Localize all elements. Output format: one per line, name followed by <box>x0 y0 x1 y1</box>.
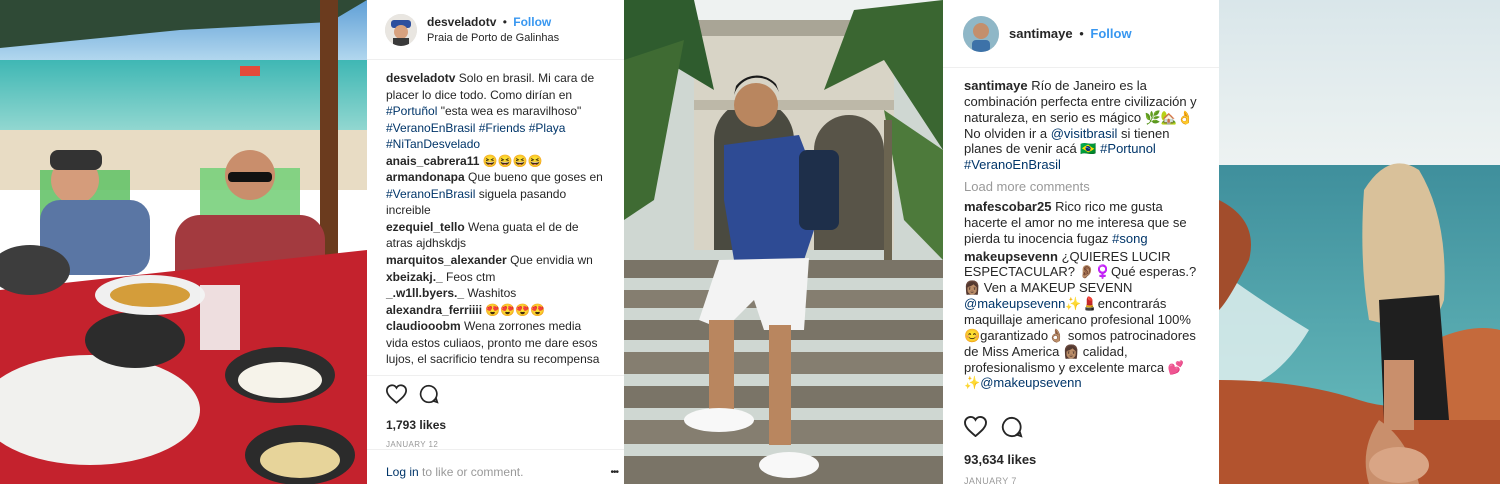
hashtag-link[interactable]: #Portuñol <box>386 104 437 118</box>
avatar-image <box>385 13 417 46</box>
username[interactable]: desveladotv <box>427 15 496 29</box>
heart-icon[interactable] <box>964 415 987 442</box>
comments-list: santimaye Río de Janeiro es la combinaci… <box>943 68 1219 408</box>
post-panel-desveladotv: desveladotv • Follow Praia de Porto de G… <box>367 0 624 484</box>
list-item: marquitos_alexander Que envidia wn <box>386 252 606 269</box>
comment-username[interactable]: alexandra_ferriiii <box>386 303 482 317</box>
list-item: anais_cabrera11 😆😆😆😆 <box>386 153 606 170</box>
username[interactable]: santimaye <box>1009 26 1073 41</box>
comment-username[interactable]: makeupsevenn <box>964 249 1058 264</box>
comment-icon[interactable] <box>419 384 439 409</box>
list-item: alexandra_ferriiii 😍😍😍😍 <box>386 302 606 319</box>
comment-username[interactable]: marquitos_alexander <box>386 253 507 267</box>
list-item: armandonapa Que bueno que goses en #Vera… <box>386 169 606 219</box>
action-icons <box>964 415 1199 443</box>
list-item: xbeizakj._ Feos ctm <box>386 269 606 286</box>
list-item: makeupsevenn ¿QUIERES LUCIR ESPECTACULAR… <box>964 249 1205 392</box>
more-options-icon[interactable]: ••• <box>610 467 618 478</box>
caption: desveladotv Solo en brasil. Mi cara de p… <box>386 70 606 153</box>
beach-photo-image <box>0 0 367 484</box>
steps-photo-image <box>624 0 943 484</box>
load-more-comments-button[interactable]: Load more comments <box>964 179 1205 195</box>
comment-text: 😍😍😍😍 <box>485 302 546 317</box>
avatar[interactable] <box>963 15 999 52</box>
comment-icon[interactable] <box>1001 416 1023 443</box>
comment-username[interactable]: armandonapa <box>386 170 465 184</box>
post-actions: 1,793 likes JANUARY 12 <box>367 375 624 449</box>
caption-username[interactable]: santimaye <box>964 78 1028 93</box>
post-date: JANUARY 12 <box>386 440 439 449</box>
comment-username[interactable]: mafescobar25 <box>964 199 1051 214</box>
comment-username[interactable]: xbeizakj._ <box>386 270 443 284</box>
post-header: santimaye • Follow <box>943 0 1219 68</box>
photo-man-on-steps <box>624 0 943 484</box>
location-link[interactable]: Praia de Porto de Galinhas <box>427 30 559 46</box>
hashtag-link[interactable]: #song <box>1112 231 1147 246</box>
mention-link[interactable]: @visitbrasil <box>1051 126 1118 141</box>
list-item: mafescobar25 Rico rico me gusta hacerte … <box>964 199 1205 247</box>
list-item: claudiooobm Wena zorrones media vida est… <box>386 318 606 368</box>
post-panel-santimaye: santimaye • Follow santimaye Río de Jane… <box>943 0 1219 484</box>
login-prompt: Log in to like or comment. <box>386 465 523 479</box>
photo-beach-friends <box>0 0 367 484</box>
comment-username[interactable]: anais_cabrera11 <box>386 154 479 168</box>
sea-photo-image <box>1219 0 1500 484</box>
caption-text-2: "esta wea es maravilhoso" <box>440 104 582 119</box>
action-icons <box>385 383 606 409</box>
post-header: desveladotv • Follow Praia de Porto de G… <box>367 0 624 60</box>
post-footer: Log in to like or comment. ••• <box>367 449 624 484</box>
follow-button[interactable]: Follow <box>513 15 551 29</box>
likes-count[interactable]: 93,634 likes <box>964 452 1199 467</box>
mention-link[interactable]: @makeupsevenn <box>964 296 1065 311</box>
separator-dot: • <box>1079 26 1084 41</box>
avatar[interactable] <box>385 13 417 46</box>
avatar-image <box>963 15 999 52</box>
comment-text: Que envidia wn <box>510 253 593 268</box>
comment-text: 😆😆😆😆 <box>482 153 543 168</box>
mention-link-2[interactable]: @makeupsevenn <box>980 375 1081 390</box>
post-actions: 93,634 likes JANUARY 7 <box>943 408 1219 484</box>
heart-icon[interactable] <box>385 383 408 409</box>
caption-username[interactable]: desveladotv <box>386 71 455 85</box>
post-date: JANUARY 7 <box>964 476 1017 484</box>
comment-text: Feos ctm <box>446 269 496 284</box>
comment-username[interactable]: ezequiel_tello <box>386 220 465 234</box>
caption: santimaye Río de Janeiro es la combinaci… <box>964 78 1205 173</box>
separator-dot: • <box>502 14 507 29</box>
comment-text: Que bueno que goses en <box>468 170 603 185</box>
follow-button[interactable]: Follow <box>1090 26 1131 41</box>
list-item: ezequiel_tello Wena guata el de de atras… <box>386 219 606 252</box>
comment-username[interactable]: _.w1ll.byers._ <box>386 286 464 300</box>
list-item: _.w1ll.byers._ Washitos <box>386 285 606 302</box>
photo-girl-by-sea <box>1219 0 1500 484</box>
login-suffix: to like or comment. <box>422 465 524 479</box>
likes-count[interactable]: 1,793 likes <box>386 418 606 432</box>
comment-username[interactable]: claudiooobm <box>386 319 461 333</box>
comments-list: desveladotv Solo en brasil. Mi cara de p… <box>367 60 624 375</box>
hashtag-links[interactable]: #VeranoEnBrasil #Friends #Playa #NiTanDe… <box>386 121 565 152</box>
login-link[interactable]: Log in <box>386 465 419 479</box>
hashtag-link[interactable]: #VeranoEnBrasil <box>386 187 475 201</box>
comment-text: Washitos <box>467 286 517 301</box>
